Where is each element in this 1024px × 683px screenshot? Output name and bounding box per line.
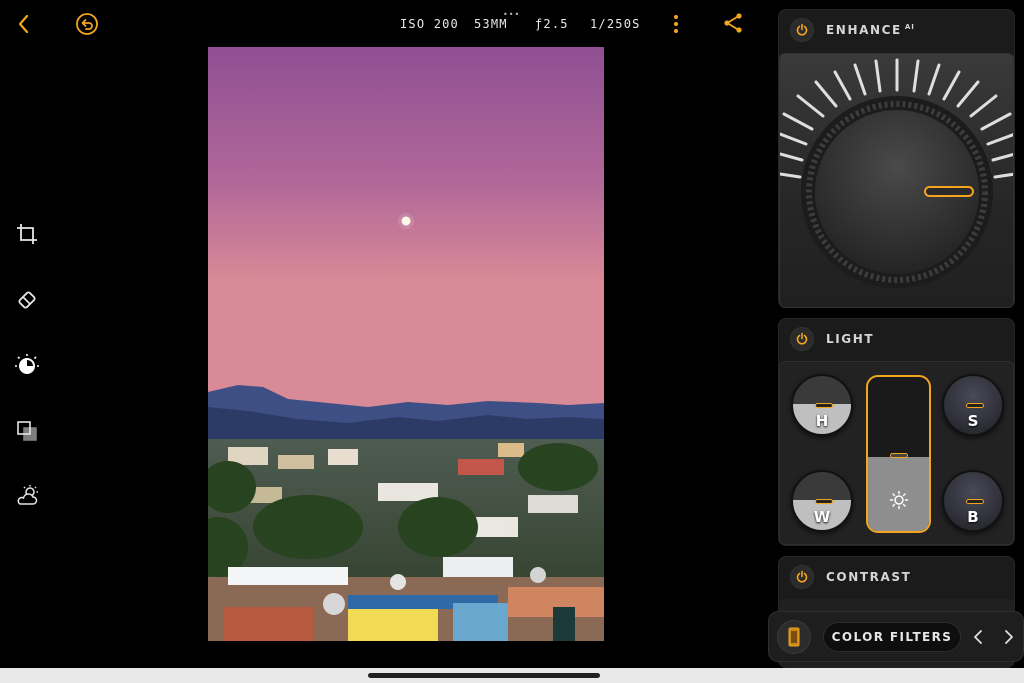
brightness-icon [889,490,909,510]
light-power-button[interactable] [790,327,814,351]
blacks-label: B [967,508,979,526]
home-indicator[interactable] [368,673,600,678]
enhance-panel: ENHANCE AI [778,9,1015,308]
aperture-value: ƒ2.5 [535,17,569,31]
enhance-dial[interactable] [780,54,1014,308]
focal-length-value: 53MM [474,17,508,31]
exposure-dial-icon[interactable] [12,350,42,380]
enhance-header: ENHANCE AI [779,10,1014,50]
crop-icon[interactable] [12,219,42,249]
light-header: LIGHT [779,319,1014,359]
more-vertical-icon[interactable] [666,12,686,36]
color-filters-bar: COLOR FILTERS [768,611,1024,662]
power-icon [796,23,808,36]
back-icon[interactable] [12,12,36,36]
shadows-label: S [967,412,979,430]
contrast-header: CONTRAST [779,557,1014,597]
exposure-slider[interactable] [866,375,931,533]
contrast-power-button[interactable] [790,565,814,589]
film-roll-icon [788,627,800,647]
weather-icon[interactable] [12,481,42,511]
photo-canvas[interactable] [208,47,604,641]
iso-value: ISO 200 [400,17,459,31]
power-icon [796,332,808,345]
home-indicator-area [0,668,1024,683]
enhance-power-button[interactable] [790,18,814,42]
light-controls: H W S B [779,361,1014,545]
color-filters-button[interactable]: COLOR FILTERS [823,622,961,652]
layers-icon[interactable] [12,416,42,446]
shadows-dial[interactable]: S [942,374,1004,436]
shutter-value: 1/250S [590,17,641,31]
chevron-right-icon[interactable] [998,624,1020,650]
highlights-indicator [815,403,833,408]
exposure-indicator [890,453,908,458]
enhance-title: ENHANCE [826,23,902,37]
blacks-indicator [966,499,984,504]
contrast-title: CONTRAST [826,570,912,584]
enhance-dial-well[interactable] [779,53,1014,308]
eraser-icon[interactable] [12,285,42,315]
highlights-label: H [815,412,829,430]
light-panel: LIGHT H W S B [778,318,1015,546]
whites-indicator [815,499,833,504]
film-roll-button[interactable] [777,620,811,654]
top-bar: ISO 200 53MM ••• ƒ2.5 1/250S [0,0,770,48]
power-icon [796,570,808,583]
whites-dial[interactable]: W [791,470,853,532]
blacks-dial[interactable]: B [942,470,1004,532]
revert-icon[interactable] [74,11,100,37]
whites-label: W [813,508,831,526]
enhance-ai-badge: AI [904,23,915,31]
chevron-left-icon[interactable] [967,624,989,650]
light-title: LIGHT [826,332,875,346]
exif-more-dots[interactable]: ••• [503,10,520,19]
shadows-indicator [966,403,984,408]
share-icon[interactable] [721,11,745,35]
highlights-dial[interactable]: H [791,374,853,436]
photo-image [208,47,604,641]
